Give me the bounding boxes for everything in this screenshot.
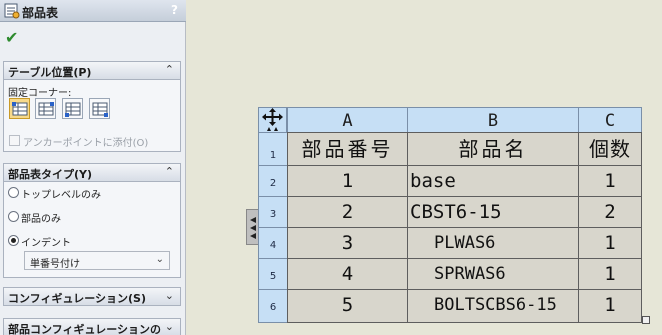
bom-table[interactable]: A B C 1 2 3 4 5 6 部品番号 部品名 個数 1 base 1 2… bbox=[258, 107, 642, 323]
table-cell[interactable]: 1 bbox=[578, 289, 642, 323]
panel-title: 部品表 bbox=[22, 6, 59, 20]
table-cell[interactable]: 3 bbox=[287, 227, 408, 259]
top-level-only-radio[interactable] bbox=[8, 187, 19, 198]
configurations-label: コンフィギュレーション(S) bbox=[8, 292, 146, 305]
expand-chevron-icon[interactable]: ⌄ bbox=[165, 289, 174, 302]
anchor-bottom-left-button[interactable] bbox=[62, 98, 83, 119]
row-header-6[interactable]: 6 bbox=[258, 289, 288, 323]
table-move-handle[interactable] bbox=[258, 107, 287, 133]
row-header-4[interactable]: 4 bbox=[258, 227, 288, 259]
row-header-3[interactable]: 3 bbox=[258, 196, 288, 228]
table-cell[interactable]: base bbox=[407, 165, 579, 197]
table-cell[interactable]: 1 bbox=[578, 165, 642, 197]
numbering-select[interactable]: 単番号付け ⌄ bbox=[24, 251, 170, 270]
table-cell[interactable]: 2 bbox=[287, 196, 408, 228]
header-cell-quantity[interactable]: 個数 bbox=[578, 132, 642, 166]
anchor-top-left-button[interactable] bbox=[9, 98, 30, 119]
anchor-corner-label: 固定コーナー: bbox=[8, 88, 72, 99]
table-cell[interactable]: 5 bbox=[287, 289, 408, 323]
table-anchor-top-left-icon bbox=[12, 102, 28, 116]
indented-label: インデント bbox=[21, 238, 71, 249]
property-manager-panel: 部品表 ? ✔ テーブル位置(P) ⌃ 固定コーナー: アンカーポイントに添付(… bbox=[0, 0, 186, 335]
expand-chevron-icon[interactable]: ⌄ bbox=[165, 320, 174, 333]
anchor-bottom-right-button[interactable] bbox=[89, 98, 110, 119]
table-cell[interactable]: SPRWAS6 bbox=[407, 258, 579, 290]
table-anchor-bottom-left-icon bbox=[65, 102, 81, 117]
table-cell[interactable]: 1 bbox=[578, 258, 642, 290]
table-cell[interactable]: 1 bbox=[578, 227, 642, 259]
table-cell[interactable]: 4 bbox=[287, 258, 408, 290]
attach-anchor-checkbox[interactable] bbox=[9, 135, 20, 146]
grip-arrows-icon bbox=[250, 217, 256, 239]
ok-check-icon[interactable]: ✔ bbox=[5, 28, 18, 47]
move-arrows-icon bbox=[262, 108, 283, 131]
numbering-select-value: 単番号付け bbox=[30, 259, 80, 270]
column-header-c[interactable]: C bbox=[578, 107, 642, 133]
help-icon[interactable]: ? bbox=[171, 3, 178, 17]
table-cell[interactable]: PLWAS6 bbox=[407, 227, 579, 259]
table-cell[interactable]: 2 bbox=[578, 196, 642, 228]
parts-only-label: 部品のみ bbox=[21, 214, 61, 225]
part-configurations-label: 部品コンフィギュレーションの bbox=[8, 323, 162, 335]
bom-icon bbox=[4, 3, 20, 19]
top-level-only-label: トップレベルのみ bbox=[21, 190, 101, 201]
parts-only-radio[interactable] bbox=[8, 211, 19, 222]
row-header-5[interactable]: 5 bbox=[258, 258, 288, 290]
header-cell-part-name[interactable]: 部品名 bbox=[407, 132, 579, 166]
table-cell[interactable]: BOLTSCBS6-15 bbox=[407, 289, 579, 323]
part-configurations-section-header[interactable]: 部品コンフィギュレーションの ⌄ bbox=[3, 318, 181, 335]
table-position-section-header[interactable]: テーブル位置(P) ⌃ bbox=[3, 61, 181, 80]
row-header-2[interactable]: 2 bbox=[258, 165, 288, 197]
column-header-b[interactable]: B bbox=[407, 107, 579, 133]
bom-type-section-header[interactable]: 部品表タイプ(Y) ⌃ bbox=[3, 163, 181, 182]
panel-title-bar: 部品表 ? bbox=[0, 0, 186, 22]
chevron-down-icon: ⌄ bbox=[155, 254, 164, 265]
table-anchor-bottom-right-icon bbox=[92, 102, 108, 117]
header-cell-part-number[interactable]: 部品番号 bbox=[287, 132, 408, 166]
table-cell[interactable]: 1 bbox=[287, 165, 408, 197]
indented-radio[interactable] bbox=[8, 235, 19, 246]
row-header-1[interactable]: 1 bbox=[258, 132, 288, 166]
table-anchor-top-right-icon bbox=[38, 102, 54, 116]
configurations-section-header[interactable]: コンフィギュレーション(S) ⌄ bbox=[3, 287, 181, 306]
collapse-chevron-icon[interactable]: ⌃ bbox=[165, 63, 174, 76]
table-position-label: テーブル位置(P) bbox=[8, 66, 92, 79]
table-resize-handle[interactable] bbox=[642, 316, 650, 324]
anchor-top-right-button[interactable] bbox=[35, 98, 56, 119]
column-header-a[interactable]: A bbox=[287, 107, 408, 133]
table-cell[interactable]: CBST6-15 bbox=[407, 196, 579, 228]
attach-anchor-label: アンカーポイントに添付(O) bbox=[23, 138, 149, 149]
bom-type-label: 部品表タイプ(Y) bbox=[8, 168, 93, 181]
collapse-chevron-icon[interactable]: ⌃ bbox=[165, 165, 174, 178]
